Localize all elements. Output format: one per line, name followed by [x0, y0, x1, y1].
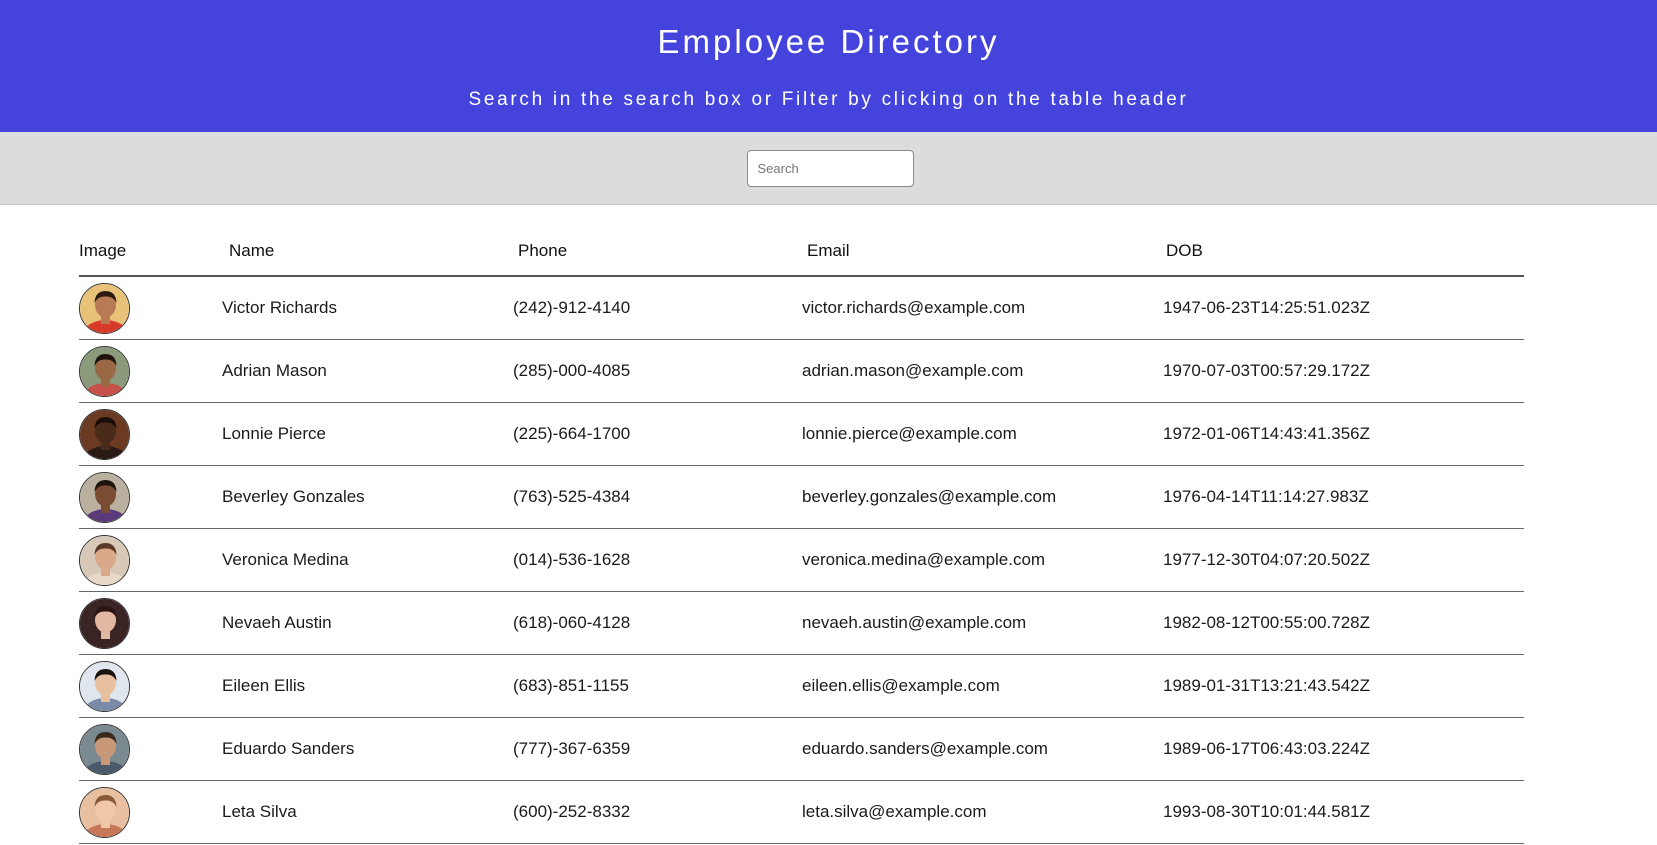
- column-header-phone[interactable]: Phone: [518, 241, 807, 261]
- email-cell: adrian.mason@example.com: [802, 361, 1024, 380]
- table-row: Veronica Medina (014)-536-1628 veronica.me…: [79, 529, 1524, 592]
- column-header-name[interactable]: Name: [229, 241, 518, 261]
- search-bar: [0, 132, 1657, 205]
- search-input[interactable]: [746, 149, 914, 187]
- email-cell: nevaeh.austin@example.com: [802, 613, 1027, 632]
- phone-cell: (683)-851-1155: [513, 676, 629, 695]
- name-cell: Victor Richards: [222, 298, 337, 317]
- name-cell: Beverley Gonzales: [222, 487, 365, 506]
- avatar: [79, 786, 130, 838]
- dob-cell: 1982-08-12T00:55:00.728Z: [1163, 613, 1370, 632]
- name-cell: Eileen Ellis: [222, 676, 306, 695]
- dob-cell: 1989-01-31T13:21:43.542Z: [1163, 676, 1370, 695]
- email-cell: victor.richards@example.com: [802, 298, 1026, 317]
- image-cell: [79, 345, 222, 397]
- avatar: [79, 597, 130, 649]
- name-cell: Veronica Medina: [222, 550, 349, 569]
- image-cell: [79, 282, 222, 334]
- email-cell: eileen.ellis@example.com: [802, 676, 1000, 695]
- email-cell: veronica.medina@example.com: [802, 550, 1046, 569]
- table-row: Leta Silva (600)-252-8332 leta.silva@examp…: [79, 781, 1524, 844]
- phone-cell: (763)-525-4384: [513, 487, 631, 506]
- avatar: [79, 660, 130, 712]
- page-subtitle: Search in the search box or Filter by cl…: [468, 89, 1189, 110]
- table-body: Victor Richards (242)-912-4140 victor.rich…: [79, 277, 1524, 844]
- table-row: Victor Richards (242)-912-4140 victor.rich…: [79, 277, 1524, 340]
- image-cell: [79, 408, 222, 460]
- dob-cell: 1970-07-03T00:57:29.172Z: [1163, 361, 1370, 380]
- table-row: Adrian Mason (285)-000-4085 adrian.mason@e…: [79, 340, 1524, 403]
- page-title: Employee Directory: [657, 23, 1000, 60]
- name-cell: Eduardo Sanders: [222, 739, 355, 758]
- phone-cell: (242)-912-4140: [513, 298, 631, 317]
- phone-cell: (777)-367-6359: [513, 739, 631, 758]
- phone-cell: (618)-060-4128: [513, 613, 631, 632]
- table-row: Eileen Ellis (683)-851-1155 eileen.ellis@e…: [79, 655, 1524, 718]
- avatar: [79, 345, 130, 397]
- table-row: Beverley Gonzales (763)-525-4384 beverley.…: [79, 466, 1524, 529]
- image-cell: [79, 660, 222, 712]
- dob-cell: 1993-08-30T10:01:44.581Z: [1163, 802, 1370, 821]
- image-cell: [79, 597, 222, 649]
- image-cell: [79, 534, 222, 586]
- name-cell: Leta Silva: [222, 802, 297, 821]
- image-cell: [79, 471, 222, 523]
- phone-cell: (014)-536-1628: [513, 550, 631, 569]
- phone-cell: (285)-000-4085: [513, 361, 631, 380]
- dob-cell: 1972-01-06T14:43:41.356Z: [1163, 424, 1370, 443]
- table-header-row: Image Name Phone Email DOB: [79, 227, 1524, 277]
- phone-cell: (600)-252-8332: [513, 802, 631, 821]
- image-cell: [79, 786, 222, 838]
- email-cell: eduardo.sanders@example.com: [802, 739, 1048, 758]
- column-header-email[interactable]: Email: [807, 241, 1166, 261]
- avatar: [79, 723, 130, 775]
- avatar: [79, 471, 130, 523]
- dob-cell: 1989-06-17T06:43:03.224Z: [1163, 739, 1370, 758]
- email-cell: leta.silva@example.com: [802, 802, 987, 821]
- dob-cell: 1976-04-14T11:14:27.983Z: [1163, 487, 1369, 506]
- table-row: Lonnie Pierce (225)-664-1700 lonnie.pierce…: [79, 403, 1524, 466]
- page-header: Employee Directory Search in the search …: [0, 0, 1657, 132]
- avatar: [79, 534, 130, 586]
- avatar: [79, 282, 130, 334]
- name-cell: Lonnie Pierce: [222, 424, 326, 443]
- table-row: Eduardo Sanders (777)-367-6359 eduardo.san…: [79, 718, 1524, 781]
- employee-table: Image Name Phone Email DOB Victor Richar…: [79, 227, 1524, 844]
- name-cell: Nevaeh Austin: [222, 613, 332, 632]
- email-cell: beverley.gonzales@example.com: [802, 487, 1057, 506]
- column-header-dob[interactable]: DOB: [1166, 241, 1524, 261]
- phone-cell: (225)-664-1700: [513, 424, 631, 443]
- avatar: [79, 408, 130, 460]
- table-row: Nevaeh Austin (618)-060-4128 nevaeh.austin…: [79, 592, 1524, 655]
- dob-cell: 1947-06-23T14:25:51.023Z: [1163, 298, 1370, 317]
- column-header-image[interactable]: Image: [79, 241, 229, 261]
- image-cell: [79, 723, 222, 775]
- dob-cell: 1977-12-30T04:07:20.502Z: [1163, 550, 1370, 569]
- email-cell: lonnie.pierce@example.com: [802, 424, 1017, 443]
- name-cell: Adrian Mason: [222, 361, 327, 380]
